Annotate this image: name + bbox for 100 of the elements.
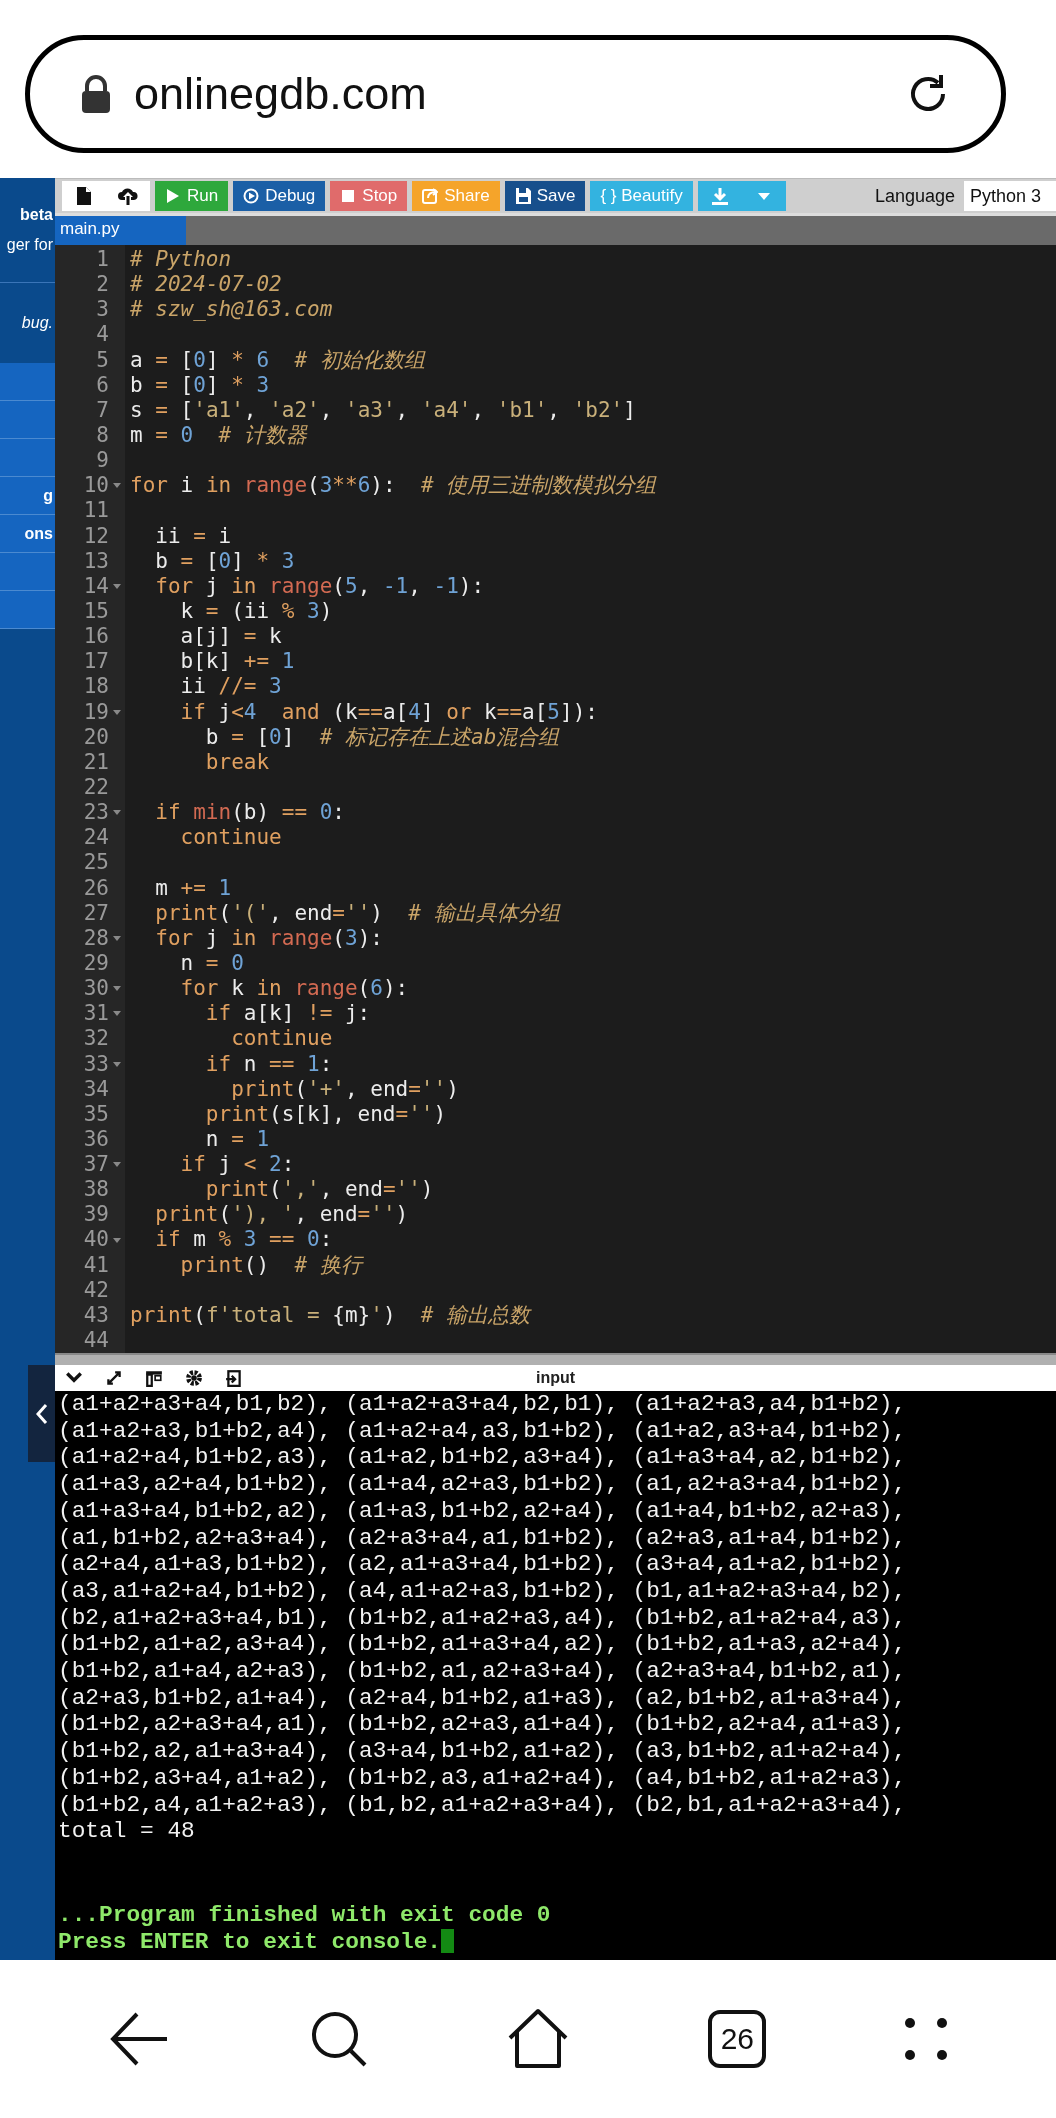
tabs-button[interactable]: 26 (708, 2010, 767, 2068)
sidebar-text: ger for (6, 236, 53, 254)
code-line: b = [0] * 3 (154, 548, 295, 574)
dots-menu-icon[interactable] (904, 2018, 947, 2060)
code-line: for j in range(3): (154, 925, 383, 951)
line-number: 20 (82, 724, 109, 750)
fold-arrow-icon[interactable] (113, 583, 121, 589)
line-number: 18 (82, 674, 109, 700)
url-text: onlinegdb.com (134, 68, 428, 120)
code-line: break (204, 749, 270, 775)
line-number: 27 (82, 900, 109, 926)
sidebar-text: bug. (21, 314, 53, 332)
code-line: print() # 换行 (179, 1252, 362, 1278)
line-number: 32 (82, 1026, 109, 1052)
console-line: (a2+a3,b1+b2,a1+a4), (a2+a4,b1+b2,a1+a3), (a2,b1+b2,a1+a3+a4), (58, 1684, 908, 1712)
layout-icon[interactable] (145, 1369, 163, 1387)
settings-icon[interactable] (185, 1369, 203, 1387)
line-number: 15 (82, 598, 109, 625)
line-number: 19 (82, 699, 109, 725)
code-line: # 2024-07-02 (130, 272, 282, 298)
line-number: 24 (82, 825, 109, 851)
toolbar-button[interactable]: Debug (233, 181, 326, 211)
file-tab[interactable]: main.py (55, 216, 186, 245)
sidebar-item[interactable]: ons (0, 515, 55, 553)
console-line: ...Program finished with exit code 0 (58, 1901, 551, 1928)
line-number: 44 (82, 1328, 109, 1353)
line-number: 7 (95, 397, 109, 423)
line-number: 29 (82, 950, 109, 977)
code-line: if min(b) == 0: (154, 800, 345, 826)
download-icon (710, 187, 729, 205)
fold-arrow-icon[interactable] (113, 483, 121, 489)
line-number: 28 (82, 925, 109, 951)
fold-arrow-icon[interactable] (113, 1011, 121, 1017)
line-number: 3 (95, 297, 109, 323)
toolbar-button[interactable]: Stop (330, 181, 408, 211)
console-line: (a1,b1+b2,a2+a3+a4), (a2+a3+a4,a1,b1+b2), (a2+a3,a1+a4,b1+b2), (58, 1524, 908, 1552)
line-number: 41 (82, 1252, 109, 1278)
console-line: (b1+b2,a4,a1+a2+a3), (b1,b2,a1+a2+a3+a4), (b2,b1,a1+a2+a3+a4), (58, 1791, 908, 1819)
console-line: (a1+a2+a3,b1+b2,a4), (a1+a2+a4,a3,b1+b2), (a1+a2,a3+a4,b1+b2), (58, 1417, 908, 1445)
sidebar-text: beta (20, 206, 53, 224)
line-number: 2 (95, 272, 109, 298)
code-line: continue (179, 825, 282, 851)
fold-arrow-icon[interactable] (113, 935, 121, 941)
line-number: 8 (95, 423, 109, 449)
console-line: (b2,a1+a2+a3+a4,b1), (b1+b2,a1+a2+a3,a4), (b1+b2,a1+a2+a4,a3), (58, 1604, 908, 1632)
code-line: n = 0 (179, 950, 244, 977)
line-number: 23 (82, 800, 109, 826)
line-number: 38 (82, 1177, 109, 1203)
console-line: (a1+a2+a4,b1+b2,a3), (a1+a2,b1+b2,a3+a4), (a1+a3+a4,a2,b1+b2), (58, 1444, 908, 1472)
line-number: 12 (82, 523, 109, 549)
line-number: 30 (82, 976, 109, 1002)
code-line: a = [0] * 6 # 初始化数组 (130, 347, 425, 373)
address-bar[interactable]: onlinegdb.com (25, 35, 1006, 153)
line-number: 31 (82, 1001, 109, 1027)
code-line: continue (230, 1026, 333, 1052)
chevron-left-icon (35, 1402, 48, 1425)
collapse-button[interactable] (28, 1365, 55, 1462)
line-number: 4 (95, 322, 109, 348)
code-line: print(f'total = {m}') # 输出总数 (130, 1302, 531, 1329)
search-icon[interactable] (309, 2010, 368, 2068)
line-number: 21 (82, 749, 109, 775)
line-number: 13 (82, 548, 109, 574)
line-number: 37 (82, 1152, 109, 1178)
circle-play-icon (243, 187, 260, 205)
fold-arrow-icon[interactable] (113, 709, 121, 715)
fold-arrow-icon[interactable] (113, 1061, 121, 1067)
toolbar-button[interactable]: Run (155, 181, 229, 211)
fold-arrow-icon[interactable] (113, 986, 121, 992)
code-line: s = ['a1', 'a2', 'a3', 'a4', 'b1', 'b2'] (130, 397, 636, 423)
console-line: (a3,a1+a2+a4,b1+b2), (a4,a1+a2+a3,b1+b2), (b1,a1+a2+a3+a4,b2), (58, 1577, 908, 1605)
console-line: (a1+a3,a2+a4,b1+b2), (a1+a4,a2+a3,b1+b2), (a1,a2+a3+a4,b1+b2), (58, 1471, 908, 1498)
cloud-upload-icon (117, 187, 139, 205)
code-line: for k in range(6): (179, 976, 409, 1002)
console-line: total = 48 (58, 1818, 196, 1845)
console-line: Press ENTER to exit console. (58, 1928, 442, 1955)
sidebar-item[interactable]: g (0, 477, 55, 515)
code-line: ii = i (154, 523, 232, 549)
toolbar-button[interactable]: Save (504, 181, 586, 211)
line-number: 42 (82, 1277, 109, 1303)
fold-arrow-icon[interactable] (113, 1162, 121, 1168)
share-icon (422, 187, 439, 205)
code-line: n = 1 (204, 1126, 270, 1153)
code-line: ii //= 3 (179, 674, 282, 700)
console-line: (b1+b2,a3+a4,a1+a2), (b1+b2,a3,a1+a2+a4), (a4,b1+b2,a1+a2+a3), (58, 1764, 908, 1792)
code-line: if n == 1: (204, 1051, 333, 1077)
line-number: 5 (95, 347, 109, 373)
fold-arrow-icon[interactable] (113, 810, 121, 816)
expand-icon[interactable] (105, 1369, 123, 1387)
line-number: 1 (95, 247, 109, 273)
line-number: 39 (82, 1202, 109, 1228)
console-line: (b1+b2,a1+a2,a3+a4), (b1+b2,a1+a3+a4,a2), (b1+b2,a1+a3,a2+a4), (58, 1631, 908, 1659)
fold-arrow-icon[interactable] (113, 1237, 121, 1243)
line-number: 6 (95, 372, 109, 398)
file-icon (76, 186, 92, 206)
code-line: print('+', end='') (230, 1076, 459, 1102)
language-select[interactable]: Python 3 (964, 181, 1056, 211)
console-line: (b1+b2,a2+a3+a4,a1), (b1+b2,a2+a3,a1+a4), (b1+b2,a2+a4,a1+a3), (58, 1711, 908, 1739)
code-line: print(s[k], end='') (204, 1101, 447, 1127)
code-line: if j<4 and (k==a[4] or k==a[5]): (179, 699, 598, 725)
code-line: print('), ', end='') (154, 1202, 409, 1228)
